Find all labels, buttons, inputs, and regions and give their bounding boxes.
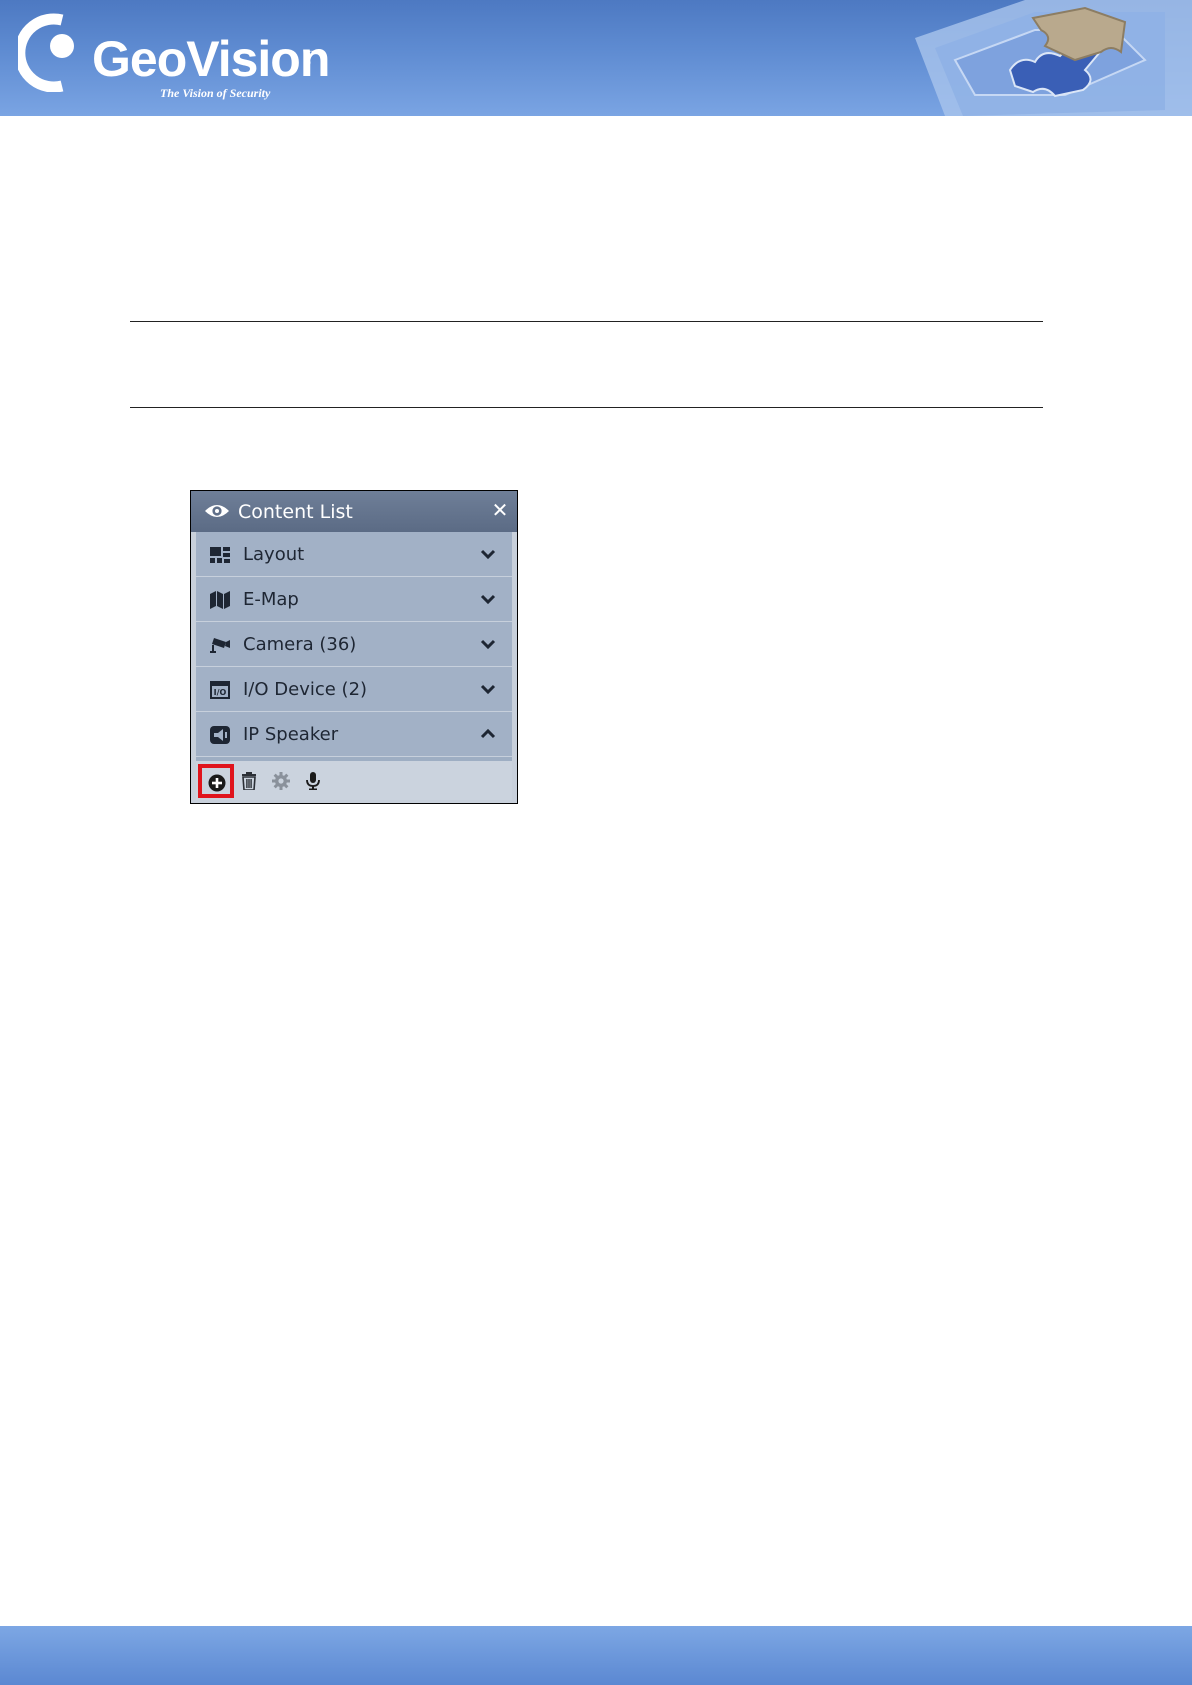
svg-text:I/O: I/O: [214, 688, 227, 697]
map-icon: [210, 591, 230, 609]
layout-grid-icon: [210, 547, 230, 563]
panel-body: Layout E-Map Camera (36) I/O I/O Device …: [196, 532, 512, 800]
chevron-down-icon[interactable]: [480, 683, 496, 695]
bottom-divider: [130, 407, 1043, 408]
list-item-label: Layout: [243, 544, 305, 565]
brand-tagline: The Vision of Security: [160, 86, 271, 100]
list-item-label: I/O Device (2): [243, 679, 368, 700]
chevron-down-icon[interactable]: [480, 593, 496, 605]
geovision-logo-icon: [18, 13, 74, 92]
camera-icon: [210, 638, 230, 653]
brand-name: GeoVision: [92, 31, 330, 87]
speaker-toolbar: [196, 761, 512, 800]
eye-icon: [205, 505, 229, 517]
add-speaker-button[interactable]: [198, 764, 234, 798]
settings-button[interactable]: [264, 764, 300, 798]
list-item-io-device[interactable]: I/O I/O Device (2): [196, 667, 512, 712]
footer-banner: [0, 1626, 1192, 1685]
list-item-label: IP Speaker: [243, 724, 339, 745]
header-banner: GeoVision inc The Vision of Security: [0, 0, 1192, 116]
speaker-icon: [210, 726, 230, 744]
list-item-label: Camera (36): [243, 634, 357, 655]
chevron-down-icon[interactable]: [480, 638, 496, 650]
chevron-down-icon[interactable]: [480, 548, 496, 560]
io-device-icon: I/O: [210, 681, 230, 699]
chevron-up-icon[interactable]: [480, 728, 496, 740]
microphone-icon: [306, 772, 320, 790]
delete-speaker-button[interactable]: [232, 764, 268, 798]
close-icon[interactable]: ✕: [491, 500, 509, 520]
list-item-layout[interactable]: Layout: [196, 532, 512, 577]
microphone-button[interactable]: [296, 764, 332, 798]
gear-icon: [272, 772, 290, 790]
list-item-emap[interactable]: E-Map: [196, 577, 512, 622]
list-item-camera[interactable]: Camera (36): [196, 622, 512, 667]
list-item-ip-speaker[interactable]: IP Speaker: [196, 712, 512, 757]
content-list-panel: Content List ✕ Layout E-Map Camera (36) …: [190, 490, 518, 804]
puzzle-graphic-icon: [915, 0, 1192, 116]
list-item-label: E-Map: [243, 589, 299, 610]
trash-icon: [242, 772, 256, 790]
top-divider: [130, 321, 1043, 322]
brand-suffix: inc: [301, 50, 315, 66]
panel-title-bar: Content List ✕: [191, 491, 517, 532]
panel-title: Content List: [238, 501, 353, 523]
add-icon: [208, 774, 226, 792]
